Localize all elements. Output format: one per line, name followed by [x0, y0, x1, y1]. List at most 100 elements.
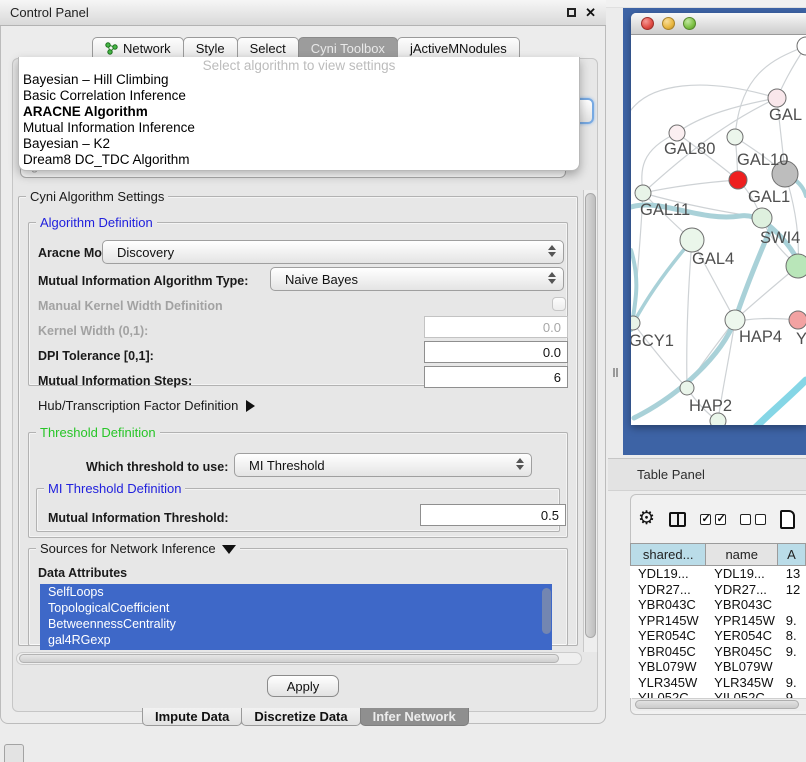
table-cell: YER054C	[706, 628, 778, 644]
table-row[interactable]: YBL079WYBL079W	[630, 659, 806, 675]
kernel-width-field[interactable]	[424, 316, 568, 338]
network-edge[interactable]	[631, 85, 777, 110]
mi-threshold-group-title: MI Threshold Definition	[44, 481, 185, 496]
algorithm-option-bayesian-hill-climbing[interactable]: Bayesian – Hill Climbing	[19, 72, 579, 88]
which-threshold-combo[interactable]: MI Threshold	[234, 453, 532, 477]
table-cell: 13	[778, 566, 806, 582]
data-attributes-list[interactable]: SelfLoopsTopologicalCoefficientBetweenne…	[40, 584, 552, 650]
gear-icon[interactable]: ⚙	[638, 509, 655, 529]
table-cell: YDL19...	[630, 566, 706, 582]
top-tab-bar: Network Style Select Cyni Toolbox jActiveMNo…	[92, 37, 519, 58]
tab-style[interactable]: Style	[183, 37, 238, 58]
column-header-shared[interactable]: shared...	[630, 543, 706, 566]
table-cell: YIL052C	[630, 690, 706, 698]
algorithm-option-aracne-algorithm[interactable]: ARACNE Algorithm	[19, 104, 579, 120]
attribute-item-betweennesscentrality[interactable]: BetweennessCentrality	[40, 616, 552, 632]
network-canvas[interactable]: GALGAL80GAL10GAL1GAL11SWI4GAL4GCY1HAP4YH…	[631, 35, 806, 425]
aracne-mode-combo[interactable]: Discovery	[102, 240, 564, 264]
network-node[interactable]	[727, 129, 743, 145]
network-node[interactable]	[680, 228, 704, 252]
attribute-item-gal4rgexp[interactable]: gal4RGexp	[40, 632, 552, 648]
tab-select[interactable]: Select	[237, 37, 299, 58]
list-scrollbar[interactable]	[542, 588, 551, 634]
network-edge[interactable]	[677, 98, 777, 133]
table-row[interactable]: YPR145WYPR145W9.	[630, 613, 806, 629]
algorithm-option-dream8-dc-tdc-algorithm[interactable]: Dream8 DC_TDC Algorithm	[19, 152, 579, 168]
algorithm-dropdown-placeholder: Select algorithm to view settings	[19, 57, 579, 72]
mi-algorithm-type-value: Naive Bayes	[285, 272, 358, 287]
table-panel-title: Table Panel	[637, 467, 705, 482]
hide-columns-icon[interactable]	[740, 514, 766, 525]
mi-steps-field[interactable]	[424, 366, 568, 388]
attribute-item-selfloops[interactable]: SelfLoops	[40, 584, 552, 600]
network-edge[interactable]	[634, 240, 692, 322]
network-node[interactable]	[786, 254, 806, 278]
manual-kernel-width-checkbox[interactable]	[552, 297, 566, 311]
column-header-a[interactable]: A	[778, 543, 806, 566]
minimize-traffic-light-icon[interactable]	[662, 17, 675, 30]
column-header-name[interactable]: name	[706, 543, 778, 566]
bottom-tab-impute-data[interactable]: Impute Data	[142, 708, 242, 726]
attribute-item-topologicalcoefficient[interactable]: TopologicalCoefficient	[40, 600, 552, 616]
table-row[interactable]: YER054CYER054C8.	[630, 628, 806, 644]
close-icon[interactable]: ✕	[585, 8, 596, 18]
tab-jactivemnodules[interactable]: jActiveMNodules	[397, 37, 520, 58]
dpi-tolerance-field[interactable]	[424, 341, 568, 363]
bottom-tab-infer-network[interactable]: Infer Network	[360, 708, 469, 726]
sources-group-title[interactable]: Sources for Network Inference	[36, 541, 240, 556]
table-row[interactable]: YDL19...YDL19...13	[630, 566, 806, 582]
bottom-tab-discretize-data[interactable]: Discretize Data	[241, 708, 360, 726]
control-panel-header: Control Panel ✕	[0, 0, 606, 26]
mi-algorithm-type-combo[interactable]: Naive Bayes	[270, 267, 564, 291]
network-node-label: GAL10	[737, 151, 788, 169]
tab-network[interactable]: Network	[92, 37, 184, 58]
splitter-handle[interactable]	[613, 368, 618, 377]
network-node[interactable]	[797, 37, 806, 55]
network-node[interactable]	[669, 125, 685, 141]
settings-vertical-scrollbar-thumb[interactable]	[585, 193, 596, 638]
table-cell: YLR345W	[706, 675, 778, 691]
network-node[interactable]	[729, 171, 747, 189]
tab-cyni-toolbox[interactable]: Cyni Toolbox	[298, 37, 398, 58]
network-view-titlebar[interactable]	[631, 13, 806, 35]
table-row[interactable]: YBR045CYBR045C9.	[630, 644, 806, 660]
mi-threshold-field[interactable]	[420, 504, 566, 526]
tab-label: Style	[196, 41, 225, 56]
algorithm-dropdown-popup: Select algorithm to view settings Bayesi…	[18, 57, 580, 171]
export-table-icon[interactable]	[780, 510, 795, 529]
cyni-algorithm-settings-title: Cyni Algorithm Settings	[26, 189, 168, 204]
network-node[interactable]	[768, 89, 786, 107]
table-row[interactable]: YBR043CYBR043C	[630, 597, 806, 613]
columns-icon[interactable]	[669, 512, 686, 527]
threshold-definition-title: Threshold Definition	[36, 425, 160, 440]
network-node-label: HAP2	[689, 397, 732, 415]
collapse-down-icon	[222, 545, 236, 554]
network-node[interactable]	[635, 185, 651, 201]
table-row[interactable]: YDR27...YDR27...12	[630, 582, 806, 598]
apply-button[interactable]: Apply	[267, 675, 339, 697]
table-row[interactable]: YLR345WYLR345W9.	[630, 675, 806, 691]
table-cell: YBL079W	[630, 659, 706, 675]
network-node[interactable]	[631, 316, 640, 330]
network-node[interactable]	[680, 381, 694, 395]
hub-definition-toggle[interactable]: Hub/Transcription Factor Definition	[38, 398, 255, 413]
network-node[interactable]	[789, 311, 806, 329]
algorithm-option-basic-correlation-inference[interactable]: Basic Correlation Inference	[19, 88, 579, 104]
network-edge[interactable]	[755, 380, 806, 425]
panel-grip[interactable]	[4, 744, 24, 762]
close-traffic-light-icon[interactable]	[641, 17, 654, 30]
network-node-label: GAL11	[640, 201, 690, 219]
zoom-traffic-light-icon[interactable]	[683, 17, 696, 30]
algorithm-option-bayesian-k2[interactable]: Bayesian – K2	[19, 136, 579, 152]
algorithm-option-mutual-information-inference[interactable]: Mutual Information Inference	[19, 120, 579, 136]
tab-label: Cyni Toolbox	[311, 41, 385, 56]
network-node[interactable]	[725, 310, 745, 330]
network-edge[interactable]	[643, 180, 738, 193]
settings-horizontal-scrollbar-thumb[interactable]	[19, 654, 559, 663]
network-node[interactable]	[752, 208, 772, 228]
table-row[interactable]: YIL052CYIL052C9	[630, 690, 806, 698]
table-header-row: shared...nameA	[630, 543, 806, 566]
table-horizontal-scrollbar-thumb[interactable]	[635, 700, 799, 709]
show-columns-icon[interactable]	[700, 514, 726, 525]
float-window-button[interactable]	[567, 8, 576, 17]
